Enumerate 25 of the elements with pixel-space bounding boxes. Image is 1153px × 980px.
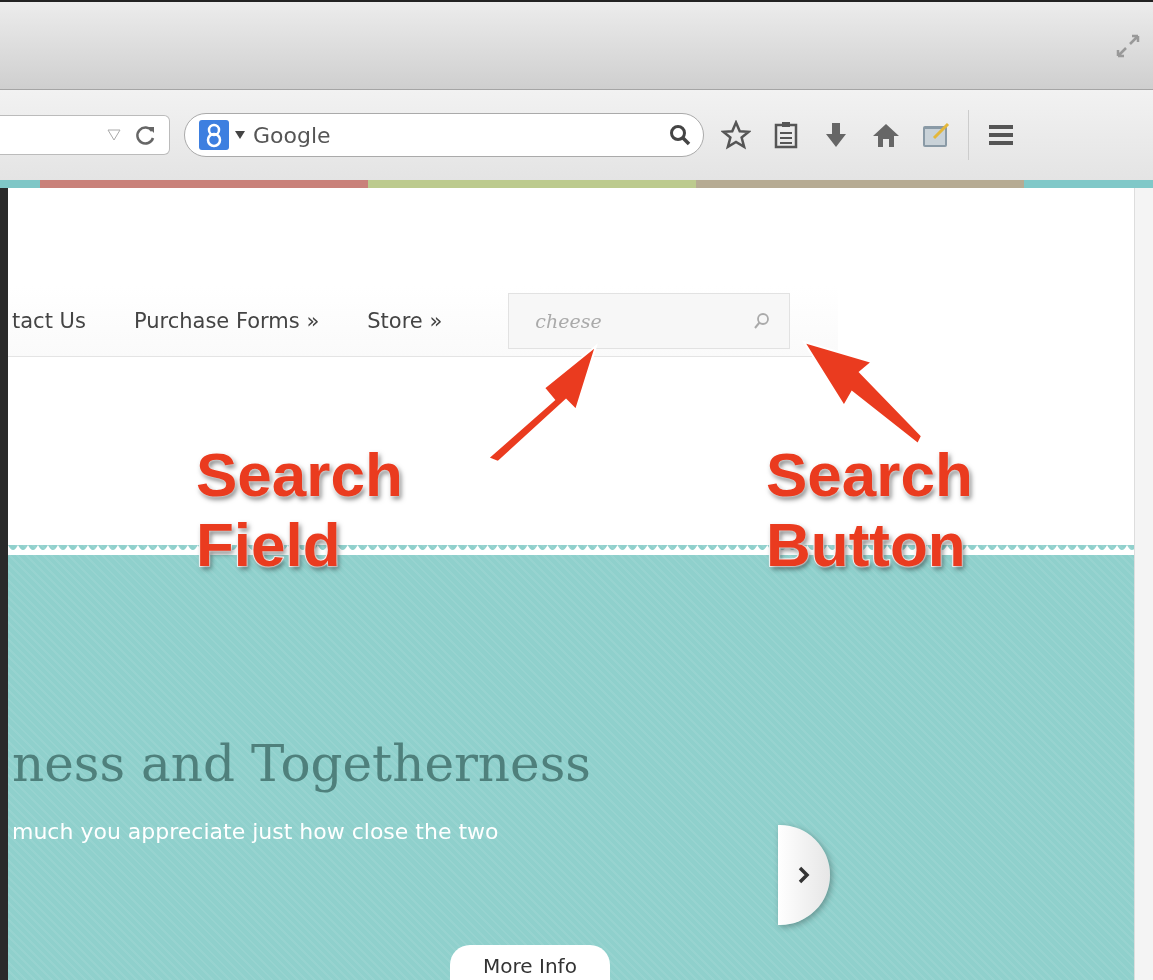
fullscreen-icon[interactable]	[1115, 32, 1141, 59]
home-icon[interactable]	[872, 122, 900, 148]
nav-link[interactable]: Purchase Forms »	[133, 309, 320, 333]
chevron-right-icon	[798, 866, 810, 884]
star-icon[interactable]	[721, 120, 751, 150]
next-slide-button[interactable]	[778, 825, 830, 925]
browser-search-input[interactable]: Google	[251, 121, 663, 149]
nav-link[interactable]: Store »	[367, 309, 443, 333]
more-info-button[interactable]: More Info	[450, 945, 610, 980]
search-icon	[753, 312, 772, 330]
notepad-icon[interactable]	[922, 122, 950, 148]
search-engine-icon	[199, 120, 229, 150]
download-icon[interactable]	[824, 121, 848, 149]
nav-link[interactable]: tact Us	[12, 309, 86, 333]
search-icon	[669, 124, 691, 146]
hero-text: much you appreciate just how close the two	[12, 819, 500, 844]
browser-search-bar[interactable]: Google	[184, 113, 704, 157]
menu-icon[interactable]	[987, 123, 1015, 147]
reload-icon[interactable]	[135, 124, 157, 146]
dropdown-icon	[235, 131, 245, 139]
annotation-label: Search Field	[196, 440, 403, 580]
hero-heading: ness and Togetherness	[12, 735, 592, 793]
dropdown-icon[interactable]	[107, 129, 121, 141]
annotation-label: Search Button	[766, 440, 973, 580]
reading-list-icon[interactable]	[773, 121, 799, 149]
